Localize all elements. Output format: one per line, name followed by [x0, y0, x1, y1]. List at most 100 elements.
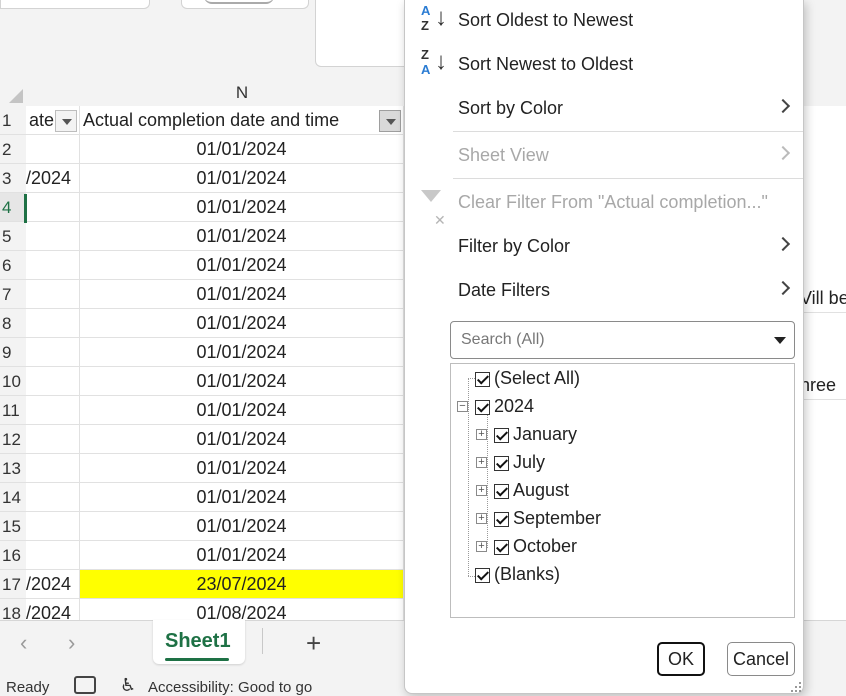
filter-dropdown-button-active[interactable]	[379, 110, 401, 132]
table-cell[interactable]	[26, 309, 80, 338]
collapse-icon[interactable]: −	[457, 401, 468, 412]
cell-fragment[interactable]: Vill be	[800, 284, 846, 313]
table-cell[interactable]: 01/01/2024	[80, 309, 404, 338]
menu-item-label: Sort Newest to Oldest	[458, 54, 634, 74]
row-header[interactable]: 6	[0, 251, 26, 280]
search-dropdown-icon[interactable]	[774, 337, 786, 344]
table-cell[interactable]	[26, 396, 80, 425]
expand-icon[interactable]: +	[476, 541, 487, 552]
checkbox-checked-icon[interactable]	[494, 511, 509, 527]
table-cell[interactable]: 01/01/2024	[80, 483, 404, 512]
table-cell[interactable]	[26, 193, 80, 222]
table-cell[interactable]: 01/01/2024	[80, 193, 404, 222]
next-sheet-icon[interactable]: ›	[68, 630, 75, 656]
row-header[interactable]: 8	[0, 309, 26, 338]
cell-fragment[interactable]: hree	[800, 371, 846, 400]
checkbox-checked-icon[interactable]	[494, 427, 509, 443]
table-cell[interactable]: 01/01/2024	[80, 425, 404, 454]
row-header[interactable]: 11	[0, 396, 26, 425]
table-cell[interactable]: 01/01/2024	[80, 367, 404, 396]
menu-divider	[453, 178, 803, 179]
ok-button[interactable]: OK	[657, 642, 705, 676]
tree-item-month[interactable]: September	[494, 507, 601, 529]
row-header[interactable]: 12	[0, 425, 26, 454]
row-header[interactable]: 3	[0, 164, 26, 193]
expand-icon[interactable]: +	[476, 513, 487, 524]
row-header[interactable]: 17	[0, 570, 26, 599]
tree-item-blanks[interactable]: (Blanks)	[475, 563, 560, 585]
table-cell[interactable]: 01/01/2024	[80, 280, 404, 309]
add-sheet-icon[interactable]: +	[306, 628, 321, 659]
checkbox-checked-icon[interactable]	[475, 567, 490, 583]
cancel-button[interactable]: Cancel	[727, 642, 795, 676]
table-cell[interactable]: /2024	[26, 164, 80, 193]
row-header[interactable]: 1	[0, 106, 26, 135]
row-header[interactable]: 15	[0, 512, 26, 541]
tree-item-month[interactable]: January	[494, 423, 577, 445]
row-header[interactable]: 2	[0, 135, 26, 164]
table-cell[interactable]: 23/07/2024	[80, 570, 404, 599]
checkbox-checked-icon[interactable]	[494, 539, 509, 555]
table-cell[interactable]	[26, 454, 80, 483]
row-header[interactable]: 13	[0, 454, 26, 483]
filter-search-box[interactable]	[450, 321, 795, 359]
table-cell[interactable]: 01/01/2024	[80, 541, 404, 570]
tree-item-year-2024[interactable]: 2024	[475, 395, 534, 417]
tree-item-month[interactable]: August	[494, 479, 569, 501]
column-header-n[interactable]: N	[80, 80, 404, 106]
table-cell[interactable]	[26, 280, 80, 309]
checkbox-checked-icon[interactable]	[475, 371, 490, 387]
table-cell[interactable]: 01/01/2024	[80, 164, 404, 193]
expand-icon[interactable]: +	[476, 485, 487, 496]
sheet-tab-sheet1[interactable]: Sheet1	[153, 620, 245, 664]
table-cell[interactable]	[26, 135, 80, 164]
menu-item-label: Sort Oldest to Newest	[458, 10, 634, 30]
table-cell[interactable]	[26, 222, 80, 251]
menu-date-filters[interactable]: Date Filters	[405, 268, 803, 312]
header-cell-n[interactable]: Actual completion date and time	[80, 106, 404, 135]
table-cell[interactable]: 01/01/2024	[80, 512, 404, 541]
table-cell[interactable]	[26, 251, 80, 280]
table-cell[interactable]	[26, 541, 80, 570]
tree-item-month[interactable]: July	[494, 451, 545, 473]
filter-values-tree[interactable]: (Select All) − 2024 + January + July + A…	[450, 363, 795, 618]
checkbox-checked-icon[interactable]	[494, 455, 509, 471]
checkbox-checked-icon[interactable]	[475, 399, 490, 415]
tree-item-month[interactable]: October	[494, 535, 577, 557]
menu-sort-descending[interactable]: Z A ↓ Sort Newest to Oldest	[405, 42, 803, 86]
row-header[interactable]: 10	[0, 367, 26, 396]
menu-filter-by-color[interactable]: Filter by Color	[405, 224, 803, 268]
macro-recorder-icon[interactable]	[74, 676, 96, 694]
select-all-corner[interactable]	[0, 80, 26, 106]
row-header[interactable]: 5	[0, 222, 26, 251]
checkbox-checked-icon[interactable]	[494, 483, 509, 499]
row-header[interactable]: 14	[0, 483, 26, 512]
accessibility-icon[interactable]: ♿	[120, 675, 136, 696]
table-cell[interactable]: 01/01/2024	[80, 338, 404, 367]
table-cell[interactable]: 01/01/2024	[80, 396, 404, 425]
row-header[interactable]: 16	[0, 541, 26, 570]
table-cell[interactable]	[26, 425, 80, 454]
menu-sort-ascending[interactable]: A Z ↓ Sort Oldest to Newest	[405, 0, 803, 42]
filter-dropdown-button[interactable]	[55, 110, 77, 132]
prev-sheet-icon[interactable]: ‹	[20, 630, 27, 656]
table-cell[interactable]: 01/01/2024	[80, 222, 404, 251]
menu-sort-by-color[interactable]: Sort by Color	[405, 86, 803, 130]
table-cell[interactable]: 01/01/2024	[80, 135, 404, 164]
row-header[interactable]: 4	[0, 193, 26, 222]
expand-icon[interactable]: +	[476, 457, 487, 468]
row-header[interactable]: 9	[0, 338, 26, 367]
table-cell[interactable]	[26, 512, 80, 541]
table-cell[interactable]	[26, 483, 80, 512]
tree-item-select-all[interactable]: (Select All)	[475, 367, 580, 389]
table-cell[interactable]	[26, 338, 80, 367]
row-header[interactable]: 7	[0, 280, 26, 309]
table-cell[interactable]: 01/01/2024	[80, 454, 404, 483]
filter-search-input[interactable]	[459, 327, 759, 353]
accessibility-status[interactable]: Accessibility: Good to go	[148, 679, 312, 696]
table-cell[interactable]: /2024	[26, 570, 80, 599]
table-cell[interactable]: 01/01/2024	[80, 251, 404, 280]
expand-icon[interactable]: +	[476, 429, 487, 440]
table-cell[interactable]	[26, 367, 80, 396]
resize-grip-icon[interactable]	[791, 682, 801, 692]
